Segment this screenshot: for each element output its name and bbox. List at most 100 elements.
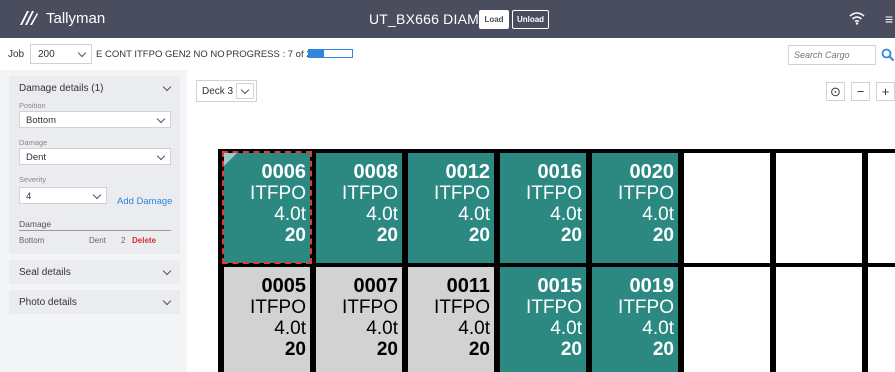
cargo-code: ITFPO bbox=[618, 183, 674, 204]
job-description: E CONT ITFPO GEN2 NO NO bbox=[96, 49, 225, 60]
cargo-id: 0020 bbox=[629, 161, 675, 183]
app-name: Tallyman bbox=[46, 9, 106, 27]
cargo-cell-0016[interactable]: 0016 ITFPO 4.0t 20 bbox=[500, 153, 586, 263]
left-panel: Damage details (1) Position Bottom Damag… bbox=[0, 70, 187, 372]
seal-details-card[interactable]: Seal details bbox=[9, 260, 180, 284]
empty-slot[interactable] bbox=[684, 267, 770, 372]
progress-fill bbox=[309, 50, 325, 57]
cargo-id: 0016 bbox=[537, 161, 583, 183]
photo-details-title: Photo details bbox=[19, 297, 77, 308]
cargo-weight: 4.0t bbox=[458, 318, 490, 339]
cargo-weight: 4.0t bbox=[642, 204, 674, 225]
vessel-title: UT_BX666 DIAMA bbox=[369, 11, 489, 27]
damage-details-title[interactable]: Damage details (1) bbox=[19, 83, 103, 94]
position-label: Position bbox=[19, 101, 46, 110]
cargo-cell-0007[interactable]: 0007 ITFPO 4.0t 20 bbox=[316, 267, 402, 372]
position-select[interactable]: Bottom bbox=[19, 111, 171, 128]
cargo-cell-0020[interactable]: 0020 ITFPO 4.0t 20 bbox=[592, 153, 678, 263]
severity-select[interactable]: 4 bbox=[19, 187, 107, 204]
chevron-down-icon bbox=[156, 114, 166, 124]
cargo-cell-0005[interactable]: 0005 ITFPO 4.0t 20 bbox=[224, 267, 310, 372]
cargo-cell-0011[interactable]: 0011 ITFPO 4.0t 20 bbox=[408, 267, 494, 372]
empty-slot[interactable] bbox=[868, 153, 895, 263]
deck-label: Deck 3 bbox=[202, 86, 234, 97]
recenter-button[interactable]: ⊙ bbox=[826, 82, 845, 101]
search-icon[interactable] bbox=[881, 48, 895, 62]
cargo-qty: 20 bbox=[284, 225, 306, 246]
cargo-weight: 4.0t bbox=[366, 204, 398, 225]
cargo-id: 0015 bbox=[537, 275, 583, 297]
empty-slot[interactable] bbox=[684, 153, 770, 263]
damage-type-label: Damage bbox=[19, 138, 48, 147]
cargo-weight: 4.0t bbox=[274, 204, 306, 225]
cargo-weight: 4.0t bbox=[458, 204, 490, 225]
cargo-qty: 20 bbox=[652, 225, 674, 246]
zoom-out-button[interactable]: − bbox=[851, 82, 870, 101]
damage-type-value: Dent bbox=[26, 152, 47, 163]
chevron-down-icon bbox=[240, 85, 250, 95]
cargo-code: ITFPO bbox=[434, 297, 490, 318]
damage-type-select[interactable]: Dent bbox=[19, 148, 171, 165]
job-value: 200 bbox=[38, 48, 55, 60]
seal-details-title: Seal details bbox=[19, 267, 71, 278]
severity-value: 4 bbox=[26, 191, 32, 202]
progress-bar bbox=[308, 49, 353, 58]
tallyman-logo-icon bbox=[20, 11, 38, 25]
cargo-weight: 4.0t bbox=[274, 318, 306, 339]
cargo-id: 0019 bbox=[629, 275, 675, 297]
cargo-code: ITFPO bbox=[250, 297, 306, 318]
damage-list-header: Damage bbox=[19, 219, 171, 231]
cargo-cell-0006[interactable]: 0006 ITFPO 4.0t 20 bbox=[224, 153, 310, 263]
chevron-down-icon bbox=[162, 296, 172, 306]
cargo-weight: 4.0t bbox=[550, 204, 582, 225]
cargo-code: ITFPO bbox=[250, 183, 306, 204]
damage-entry-severity: 2 bbox=[121, 236, 126, 245]
menu-icon[interactable]: ≡ bbox=[885, 11, 893, 27]
cargo-id: 0007 bbox=[353, 275, 399, 297]
zoom-in-button[interactable]: + bbox=[876, 82, 895, 101]
damage-marker-icon bbox=[224, 153, 237, 166]
tallyman-app: Tallyman UT_BX666 DIAMA Load Unload ≡ Jo… bbox=[0, 0, 895, 372]
unload-button[interactable]: Unload bbox=[512, 10, 549, 29]
deck-select[interactable]: Deck 3 bbox=[196, 80, 257, 102]
load-button[interactable]: Load bbox=[479, 10, 509, 29]
cargo-code: ITFPO bbox=[618, 297, 674, 318]
damage-list-item: Bottom Dent 2 Delete bbox=[19, 236, 171, 248]
progress-text: PROGRESS : 7 of 20 bbox=[226, 49, 317, 60]
severity-label: Severity bbox=[19, 175, 47, 184]
delete-damage-button[interactable]: Delete bbox=[132, 236, 156, 245]
job-select[interactable]: 200 bbox=[30, 44, 92, 64]
cargo-cell-0019[interactable]: 0019 ITFPO 4.0t 20 bbox=[592, 267, 678, 372]
cargo-code: ITFPO bbox=[526, 297, 582, 318]
cargo-weight: 4.0t bbox=[642, 318, 674, 339]
empty-slot[interactable] bbox=[776, 153, 862, 263]
chevron-down-icon[interactable] bbox=[162, 82, 172, 92]
damage-entry-position: Bottom bbox=[19, 236, 45, 245]
search-input[interactable] bbox=[788, 45, 876, 65]
job-row: Job 200 E CONT ITFPO GEN2 NO NO PROGRESS… bbox=[0, 38, 895, 70]
cargo-id: 0011 bbox=[446, 275, 490, 297]
chevron-down-icon bbox=[77, 48, 87, 57]
damage-entry-type: Dent bbox=[89, 236, 106, 245]
cargo-id: 0008 bbox=[353, 161, 399, 183]
brand: Tallyman bbox=[18, 9, 105, 27]
cargo-code: ITFPO bbox=[434, 183, 490, 204]
wifi-icon bbox=[849, 12, 865, 25]
cargo-weight: 4.0t bbox=[550, 318, 582, 339]
plus-icon: + bbox=[881, 84, 890, 99]
cargo-qty: 20 bbox=[560, 339, 582, 360]
cargo-cell-0008[interactable]: 0008 ITFPO 4.0t 20 bbox=[316, 153, 402, 263]
cargo-code: ITFPO bbox=[526, 183, 582, 204]
chevron-down-icon bbox=[162, 266, 172, 276]
deck-dropdown-toggle[interactable] bbox=[236, 83, 254, 99]
add-damage-link[interactable]: Add Damage bbox=[117, 196, 172, 207]
cargo-code: ITFPO bbox=[342, 183, 398, 204]
target-icon: ⊙ bbox=[830, 84, 841, 99]
empty-slot[interactable] bbox=[776, 267, 862, 372]
cargo-weight: 4.0t bbox=[366, 318, 398, 339]
cargo-cell-0012[interactable]: 0012 ITFPO 4.0t 20 bbox=[408, 153, 494, 263]
cargo-qty: 20 bbox=[560, 225, 582, 246]
cargo-cell-0015[interactable]: 0015 ITFPO 4.0t 20 bbox=[500, 267, 586, 372]
photo-details-card[interactable]: Photo details bbox=[9, 290, 180, 314]
empty-slot[interactable] bbox=[868, 267, 895, 372]
